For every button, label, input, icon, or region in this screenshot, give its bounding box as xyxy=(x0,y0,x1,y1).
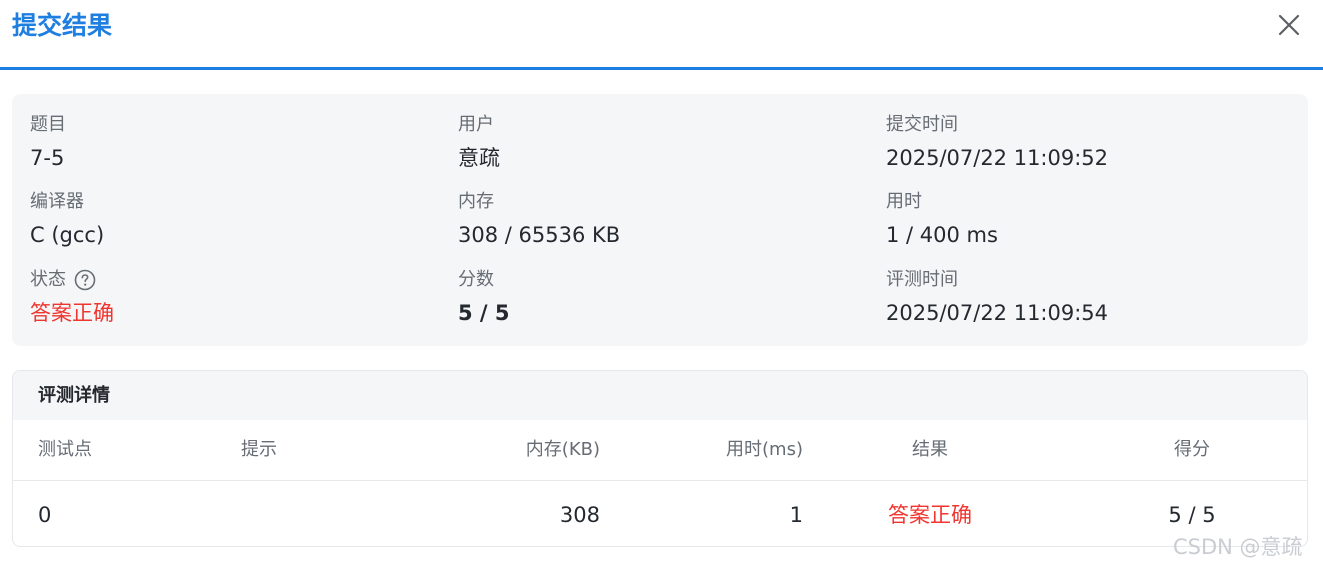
dialog-title: 提交结果 xyxy=(12,11,113,40)
row-memory: 308 xyxy=(559,503,600,527)
row-score: 5 / 5 xyxy=(1168,503,1216,527)
score-value: 5 / 5 xyxy=(458,301,510,325)
help-circle-icon[interactable] xyxy=(74,269,96,291)
problem-value: 7-5 xyxy=(30,146,65,170)
info-score: 分数 5 / 5 xyxy=(458,269,510,326)
info-problem: 题目 7-5 xyxy=(30,114,66,171)
col-header-score: 得分 xyxy=(1174,439,1210,460)
table-divider xyxy=(13,480,1307,481)
dialog-header: 提交结果 xyxy=(0,0,1323,70)
time-used-value: 1 / 400 ms xyxy=(886,223,998,247)
status-label: 状态 xyxy=(30,269,66,290)
judge-details-card: 评测详情 测试点 提示 内存(KB) 用时(ms) 结果 得分 0 308 1 … xyxy=(12,370,1308,547)
info-status: 状态 答案正确 xyxy=(30,269,114,326)
user-value: 意疏 xyxy=(458,146,500,170)
info-compiler: 编译器 C (gcc) xyxy=(30,191,104,248)
info-time-used: 用时 1 / 400 ms xyxy=(886,191,998,248)
score-label: 分数 xyxy=(458,269,494,290)
row-result: 答案正确 xyxy=(888,503,972,527)
judge-time-label: 评测时间 xyxy=(886,269,958,290)
compiler-label: 编译器 xyxy=(30,191,84,212)
row-time: 1 xyxy=(789,503,803,527)
info-judge-time: 评测时间 2025/07/22 11:09:54 xyxy=(886,269,1108,326)
col-header-case: 测试点 xyxy=(38,439,92,460)
judge-time-value: 2025/07/22 11:09:54 xyxy=(886,301,1109,325)
submit-time-label: 提交时间 xyxy=(886,114,958,135)
close-icon xyxy=(1278,14,1300,36)
col-header-result: 结果 xyxy=(912,439,948,460)
problem-label: 题目 xyxy=(30,114,66,135)
watermark: CSDN @意疏 xyxy=(1173,535,1303,559)
status-label-row: 状态 xyxy=(30,269,114,291)
info-submit-time: 提交时间 2025/07/22 11:09:52 xyxy=(886,114,1108,171)
col-header-memory: 内存(KB) xyxy=(525,439,600,460)
memory-value: 308 / 65536 KB xyxy=(458,223,621,247)
submission-info-card: 题目 7-5 编译器 C (gcc) 状态 答案正确 用户 意疏 内存 308 … xyxy=(12,94,1308,346)
status-value: 答案正确 xyxy=(30,301,114,325)
compiler-value: C (gcc) xyxy=(30,223,105,247)
close-button[interactable] xyxy=(1276,12,1302,38)
info-user: 用户 意疏 xyxy=(458,114,500,171)
col-header-time: 用时(ms) xyxy=(726,439,803,460)
time-used-label: 用时 xyxy=(886,191,922,212)
memory-label: 内存 xyxy=(458,191,494,212)
judge-details-title: 评测详情 xyxy=(13,371,1307,420)
user-label: 用户 xyxy=(458,114,494,135)
info-memory: 内存 308 / 65536 KB xyxy=(458,191,620,248)
col-header-hint: 提示 xyxy=(241,439,277,460)
row-case: 0 xyxy=(38,503,52,527)
submit-time-value: 2025/07/22 11:09:52 xyxy=(886,146,1109,170)
